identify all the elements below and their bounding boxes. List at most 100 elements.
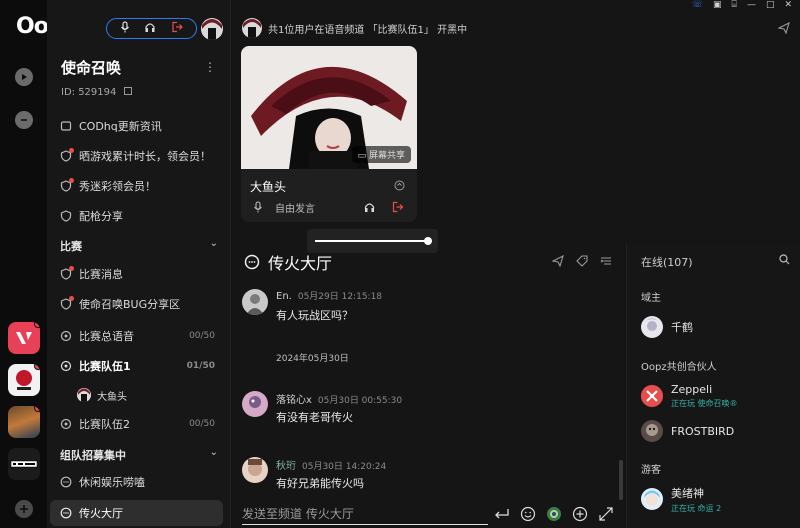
notification-icon[interactable]: ▣ xyxy=(713,0,722,14)
tag-icon[interactable] xyxy=(576,255,588,270)
unread-dot xyxy=(34,364,40,370)
member-group-title: Oopz共创合伙人 xyxy=(641,362,717,373)
message-text: 有好兄弟能传火吗 xyxy=(276,477,364,490)
screen-icon: ▭ xyxy=(357,151,367,161)
chevron-down-icon: ⌄ xyxy=(209,238,218,249)
add-attachment-icon[interactable] xyxy=(572,506,588,526)
avatar[interactable] xyxy=(242,289,268,315)
category-header[interactable]: 组队招募集中 ⌄ xyxy=(60,447,218,463)
minimize-icon[interactable]: — xyxy=(747,0,756,14)
server-game-3[interactable] xyxy=(8,406,40,438)
message-author[interactable]: 秋珩 05月30日 14:20:24 xyxy=(276,457,386,472)
channel-item[interactable]: 休闲娱乐唠嗑 xyxy=(50,469,223,495)
voice-status-bar[interactable]: 共1位用户在语音频道 「比赛队伍1」 开黑中 xyxy=(242,18,467,38)
channel-toolbar xyxy=(551,254,612,270)
microphone-icon[interactable] xyxy=(120,21,130,36)
member-item[interactable]: 千鹤 xyxy=(641,315,693,339)
close-icon[interactable]: ✕ xyxy=(784,0,792,14)
channel-item[interactable]: 秀迷彩领会员！ xyxy=(50,173,223,199)
headphones-icon[interactable] xyxy=(144,21,156,36)
shield-icon xyxy=(60,210,72,222)
category-header[interactable]: 比赛 ⌄ xyxy=(60,238,218,254)
volume-track xyxy=(315,240,429,242)
avatar xyxy=(242,18,262,38)
channel-item[interactable]: 晒游戏累计时长，领会员！ xyxy=(50,143,223,169)
message-text: 有人玩战区吗？ xyxy=(276,309,353,322)
member-group-title: 游客 xyxy=(641,465,661,476)
voice-channel-item[interactable]: 比赛队伍1 01/50 xyxy=(50,353,223,379)
emoji-icon[interactable] xyxy=(520,506,536,526)
chevron-down-icon: ⌄ xyxy=(209,447,218,458)
channel-item[interactable]: CODhq更新资讯 xyxy=(50,113,223,139)
copy-icon[interactable] xyxy=(123,87,132,95)
message-author[interactable]: 落铭心x 05月30日 00:55:30 xyxy=(276,391,402,406)
voice-channel-item[interactable]: 比赛总语音 00/50 xyxy=(50,323,223,349)
shield-icon xyxy=(60,266,74,280)
channel-header: 传火大厅 xyxy=(244,250,332,274)
maximize-icon[interactable]: □ xyxy=(766,0,775,14)
volume-knob[interactable] xyxy=(424,237,432,245)
expand-icon[interactable] xyxy=(598,506,614,526)
headphones-icon[interactable] xyxy=(363,201,376,216)
hash-icon xyxy=(60,120,72,132)
send-icon[interactable] xyxy=(551,254,564,270)
channel-item[interactable]: 使命召唤BUG分享区 xyxy=(50,291,223,317)
voice-user[interactable]: 大鱼头 xyxy=(67,382,223,408)
more-icon[interactable]: ⋮ xyxy=(204,60,216,74)
sticker-icon[interactable] xyxy=(546,506,562,526)
screen-share-badge: ▭ 屏幕共享 xyxy=(351,146,411,163)
server-call-of-duty[interactable] xyxy=(8,448,40,480)
chat-icon xyxy=(244,254,260,270)
discover-icon[interactable] xyxy=(15,68,33,86)
channel-item[interactable]: 比赛消息 xyxy=(50,261,223,287)
chat-icon xyxy=(60,476,72,488)
server-valorant[interactable] xyxy=(8,322,40,354)
chat-icon xyxy=(60,507,72,519)
main-panel: ☏ ▣ ⌸ — □ ✕ 共1位用户在语音频道 「比赛队伍1」 开黑中 ▭ 屏幕共… xyxy=(232,0,800,528)
search-icon[interactable] xyxy=(779,254,790,268)
scrollbar[interactable] xyxy=(619,460,623,500)
send-icon[interactable] xyxy=(777,21,790,37)
channel-sidebar: 使命召唤 ⋮ ID: 529194 CODhq更新资讯 晒游戏累计时长，领会员！… xyxy=(47,0,231,528)
avatar xyxy=(641,316,663,338)
member-item[interactable]: Zeppeli 正在玩 使命召唤® xyxy=(641,383,738,408)
enter-icon[interactable] xyxy=(494,507,510,525)
avatar[interactable] xyxy=(242,391,268,417)
leave-voice-icon[interactable] xyxy=(171,21,183,36)
phone-icon[interactable]: ☏ xyxy=(692,0,703,14)
server-game-2[interactable] xyxy=(8,364,40,396)
add-server-icon[interactable] xyxy=(15,500,33,518)
voice-icon xyxy=(60,330,72,342)
unread-dot xyxy=(34,322,40,328)
microphone-icon[interactable] xyxy=(253,201,263,216)
screen-share-card[interactable]: ▭ 屏幕共享 大鱼头 自由发言 xyxy=(241,46,417,222)
messages-icon[interactable] xyxy=(15,111,33,129)
server-name: 使命召唤 xyxy=(61,59,122,77)
avatar xyxy=(641,420,663,442)
game-status: 正在玩 命运 2 xyxy=(671,503,722,513)
date-separator: 2024年05月30日 xyxy=(276,354,349,364)
speak-mode: 自由发言 xyxy=(275,204,315,215)
message-author[interactable]: En. 05月29日 12:15:18 xyxy=(276,289,382,302)
shield-icon xyxy=(60,178,74,192)
leave-voice-icon[interactable] xyxy=(391,201,404,216)
voice-channel-item[interactable]: 比赛队伍2 00/50 xyxy=(50,411,223,437)
inbox-icon[interactable]: ⌸ xyxy=(732,0,737,14)
composer-input[interactable]: 发送至频道 传火大厅 xyxy=(242,505,354,522)
avatar xyxy=(641,385,663,407)
server-rail: Oopz. xyxy=(0,0,83,528)
channel-item[interactable]: 配枪分享 xyxy=(50,203,223,229)
avatar[interactable] xyxy=(242,457,268,483)
composer-underline xyxy=(242,524,488,525)
speaker-status-icon[interactable] xyxy=(394,180,405,194)
message-composer[interactable]: 发送至频道 传火大厅 xyxy=(232,498,617,528)
channel-item-active[interactable]: 传火大厅 xyxy=(50,500,223,526)
member-group-title: 域主 xyxy=(641,293,661,304)
member-list-icon[interactable] xyxy=(600,255,612,270)
member-item[interactable]: 美绪神 正在玩 命运 2 xyxy=(641,487,722,513)
avatar xyxy=(641,488,663,510)
shield-icon xyxy=(60,148,74,162)
user-avatar[interactable] xyxy=(201,18,223,40)
message-text: 有没有老哥传火 xyxy=(276,411,353,424)
member-item[interactable]: FROSTBIRD xyxy=(641,419,734,443)
